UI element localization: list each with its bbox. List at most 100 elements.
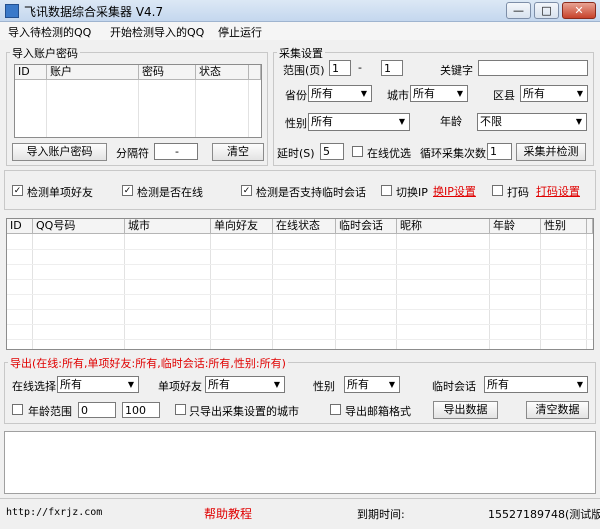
minimize-button[interactable]: — [506,2,531,19]
menu-start-check[interactable]: 开始检测导入的QQ [110,24,204,40]
col-id[interactable]: ID [15,65,47,80]
age-min-input[interactable]: 0 [78,402,116,418]
separator-input[interactable]: - [154,143,198,160]
online-check-checkbox[interactable]: ✓ [122,185,133,196]
website-link[interactable]: http://fxrjz.com [6,507,102,518]
col-age[interactable]: 年龄 [490,219,541,234]
col-id[interactable]: ID [7,219,33,234]
close-button[interactable]: ✕ [562,2,596,19]
log-textarea[interactable] [4,431,596,494]
results-table[interactable]: ID QQ号码 城市 单向好友 在线状态 临时会话 昵称 年龄 性别 [6,218,594,350]
export-data-button[interactable]: 导出数据 [433,401,498,419]
province-label: 省份 [285,89,307,102]
city-select[interactable]: 所有 ▼ [410,85,468,102]
age-label: 年龄 [440,115,462,128]
col-city[interactable]: 城市 [125,219,211,234]
range-from-input[interactable]: 1 [329,60,351,76]
age-max-input[interactable]: 100 [122,402,160,418]
col-online-status[interactable]: 在线状态 [273,219,336,234]
range-dash: - [358,61,362,74]
help-link[interactable]: 帮助教程 [204,505,252,522]
online-first-checkbox[interactable] [352,146,363,157]
keyword-input[interactable] [478,60,588,76]
export-group-title: 导出(在线:所有,单项好友:所有,临时会话:所有,性别:所有) [8,355,288,371]
grid-line [195,80,196,137]
app-icon [5,4,19,18]
col-status[interactable]: 状态 [196,65,249,80]
chevron-down-icon: ▼ [576,380,584,389]
chevron-down-icon: ▼ [360,89,368,98]
district-select[interactable]: 所有 ▼ [520,85,588,102]
grid-line [272,234,273,349]
account-table[interactable]: ID 账户 密码 状态 [14,64,262,138]
email-format-checkbox[interactable] [330,404,341,415]
age-range-checkbox[interactable] [12,404,23,415]
age-select[interactable]: 不限 ▼ [477,113,587,131]
grid-line [248,80,249,137]
online-check-label: 检测是否在线 [137,186,203,199]
email-format-label: 导出邮箱格式 [345,405,411,418]
menu-import-qq[interactable]: 导入待检测的QQ [8,24,91,40]
district-value: 所有 [523,87,545,100]
grid-line [138,80,139,137]
loop-input[interactable]: 1 [487,143,512,160]
export-single-friend-label: 单项好友 [158,380,202,393]
keyword-label: 关键字 [440,64,473,77]
maximize-button[interactable]: □ [534,2,559,19]
grid-line [489,234,490,349]
switch-ip-label: 切换IP [396,186,428,199]
grid-line [7,339,593,340]
temp-chat-checkbox[interactable]: ✓ [241,185,252,196]
col-qq[interactable]: QQ号码 [33,219,125,234]
collect-and-check-button[interactable]: 采集并检测 [516,143,586,161]
grid-line [124,234,125,349]
export-single-friend-select[interactable]: 所有 ▼ [205,376,285,393]
gender-label: 性别 [285,117,307,130]
captcha-checkbox[interactable] [492,185,503,196]
city-label: 城市 [387,89,409,102]
import-account-button[interactable]: 导入账户密码 [12,143,107,161]
col-password[interactable]: 密码 [139,65,196,80]
only-city-label: 只导出采集设置的城市 [189,405,299,418]
menu-bar: 导入待检测的QQ 开始检测导入的QQ 停止运行 [0,22,600,40]
grid-line [396,234,397,349]
col-single-friend[interactable]: 单向好友 [211,219,273,234]
temp-chat-label: 检测是否支持临时会话 [256,186,366,199]
clear-account-button[interactable]: 清空 [212,143,264,161]
grid-line [540,234,541,349]
export-online-select[interactable]: 所有 ▼ [57,376,139,393]
range-label: 范围(页) [283,64,325,77]
age-range-label: 年龄范围 [28,405,72,418]
ip-settings-link[interactable]: 换IP设置 [433,183,476,199]
export-gender-select[interactable]: 所有 ▼ [344,376,400,393]
loop-label: 循环采集次数 [420,147,486,160]
col-account[interactable]: 账户 [47,65,139,80]
delay-input[interactable]: 5 [320,143,344,160]
col-gender[interactable]: 性别 [541,219,587,234]
grid-line [586,234,587,349]
export-gender-label: 性别 [313,380,335,393]
gender-select[interactable]: 所有 ▼ [308,113,410,131]
captcha-label: 打码 [507,186,529,199]
export-online-label: 在线选择 [12,380,56,393]
district-label: 区县 [493,89,515,102]
captcha-settings-link[interactable]: 打码设置 [536,183,580,199]
province-select[interactable]: 所有 ▼ [308,85,372,102]
grid-line [7,264,593,265]
chevron-down-icon: ▼ [456,89,464,98]
col-temp-chat[interactable]: 临时会话 [336,219,397,234]
only-city-checkbox[interactable] [175,404,186,415]
switch-ip-checkbox[interactable] [381,185,392,196]
clear-data-button[interactable]: 清空数据 [526,401,589,419]
single-friend-checkbox[interactable]: ✓ [12,185,23,196]
col-nickname[interactable]: 昵称 [397,219,490,234]
status-bar: http://fxrjz.com 帮助教程 到期时间: 15527189748(… [0,498,600,529]
grid-line [7,249,593,250]
menu-stop[interactable]: 停止运行 [218,24,262,40]
delay-label: 延时(S) [277,147,315,160]
export-online-value: 所有 [60,378,82,391]
range-to-input[interactable]: 1 [381,60,403,76]
grid-line [7,279,593,280]
export-temp-chat-select[interactable]: 所有 ▼ [484,376,588,393]
import-group-title: 导入账户密码 [10,45,80,61]
